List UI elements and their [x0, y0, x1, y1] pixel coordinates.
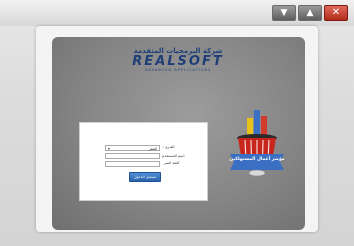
window-controls: ▼ ▲ ✕ — [272, 5, 348, 21]
basket-chart-logo — [230, 110, 284, 177]
close-icon: ✕ — [331, 7, 341, 18]
branch-select[interactable]: ▾ المقر — [105, 145, 160, 151]
username-label: اسم المستخدم — [162, 154, 185, 158]
close-button[interactable]: ✕ — [324, 5, 348, 21]
minimize-icon: ▼ — [280, 7, 288, 18]
title-bar[interactable]: ▼ ▲ ✕ — [0, 0, 354, 26]
branch-label: الفـرع : — [163, 145, 175, 149]
branch-select-value: المقر — [149, 147, 157, 151]
brand-tagline: ADVANCED APPLICATIONS — [144, 68, 212, 72]
username-field[interactable] — [105, 153, 160, 159]
password-field[interactable] — [105, 161, 160, 167]
password-label: كلمة السر — [164, 161, 180, 165]
dropdown-arrow-icon: ▾ — [108, 147, 110, 151]
maximize-button[interactable]: ▲ — [298, 5, 322, 21]
logo-caption: مؤشر أعمال المستهلكين — [229, 157, 285, 162]
brand-logo-text: REALSOFT — [132, 54, 224, 69]
maximize-icon: ▲ — [306, 7, 314, 18]
minimize-button[interactable]: ▼ — [272, 5, 296, 21]
login-button[interactable]: تسجيل الدخول — [129, 172, 161, 182]
